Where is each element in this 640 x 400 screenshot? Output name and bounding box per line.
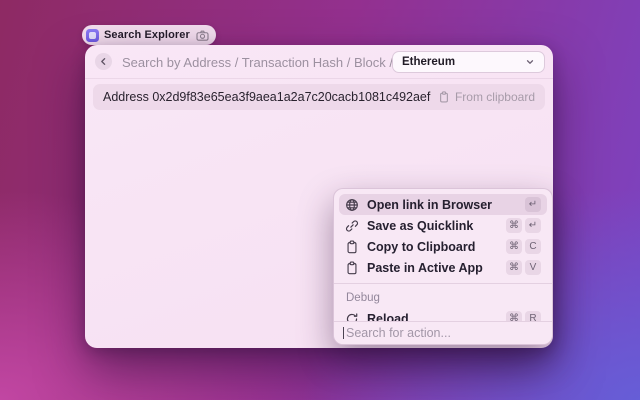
camera-icon[interactable] [196, 30, 209, 41]
globe-icon [345, 198, 359, 212]
action-search-input[interactable]: Search for action... [334, 321, 552, 344]
key-cmd: ⌘ [506, 239, 522, 254]
key-return: ↵ [525, 197, 541, 212]
menu-item-save-as-quicklink[interactable]: Save as Quicklink ⌘ ↵ [339, 215, 547, 236]
menu-item-label: Paste in Active App [367, 261, 498, 275]
result-accessory-label: From clipboard [455, 90, 535, 104]
extension-icon [86, 29, 99, 42]
clipboard-icon [345, 240, 359, 254]
key-c: C [525, 239, 541, 254]
menu-item-label: Open link in Browser [367, 198, 517, 212]
window-title: Search Explorer [104, 29, 190, 41]
result-title: Address 0x2d9f83e65ea3f9aea1a2a7c20cacb1… [103, 90, 438, 104]
menu-divider [334, 283, 552, 284]
network-dropdown-value: Ethereum [402, 56, 525, 68]
back-button[interactable] [95, 53, 112, 70]
menu-item-paste-in-active-app[interactable]: Paste in Active App ⌘ V [339, 257, 547, 278]
result-row-address[interactable]: Address 0x2d9f83e65ea3f9aea1a2a7c20cacb1… [93, 84, 545, 110]
action-panel: Open link in Browser ↵ Save as Quicklink… [333, 188, 553, 345]
menu-item-label: Save as Quicklink [367, 219, 498, 233]
key-cmd: ⌘ [506, 218, 522, 233]
menu-section-debug: Debug [339, 289, 547, 308]
menu-item-copy-to-clipboard[interactable]: Copy to Clipboard ⌘ C [339, 236, 547, 257]
menu-item-open-link-in-browser[interactable]: Open link in Browser ↵ [339, 194, 547, 215]
key-v: V [525, 260, 541, 275]
chevron-down-icon [525, 57, 535, 67]
result-accessory: From clipboard [438, 90, 535, 104]
text-caret [343, 327, 344, 339]
clipboard-icon [345, 261, 359, 275]
network-dropdown[interactable]: Ethereum [392, 51, 545, 73]
key-return: ↵ [525, 218, 541, 233]
action-search-placeholder: Search for action... [346, 326, 451, 340]
link-icon [345, 219, 359, 233]
header-divider [85, 78, 553, 79]
key-cmd: ⌘ [506, 260, 522, 275]
search-header: Search by Address / Transaction Hash / B… [85, 45, 553, 79]
clipboard-icon [438, 91, 450, 103]
menu-item-label: Copy to Clipboard [367, 240, 498, 254]
window-title-pill: Search Explorer [82, 25, 216, 45]
